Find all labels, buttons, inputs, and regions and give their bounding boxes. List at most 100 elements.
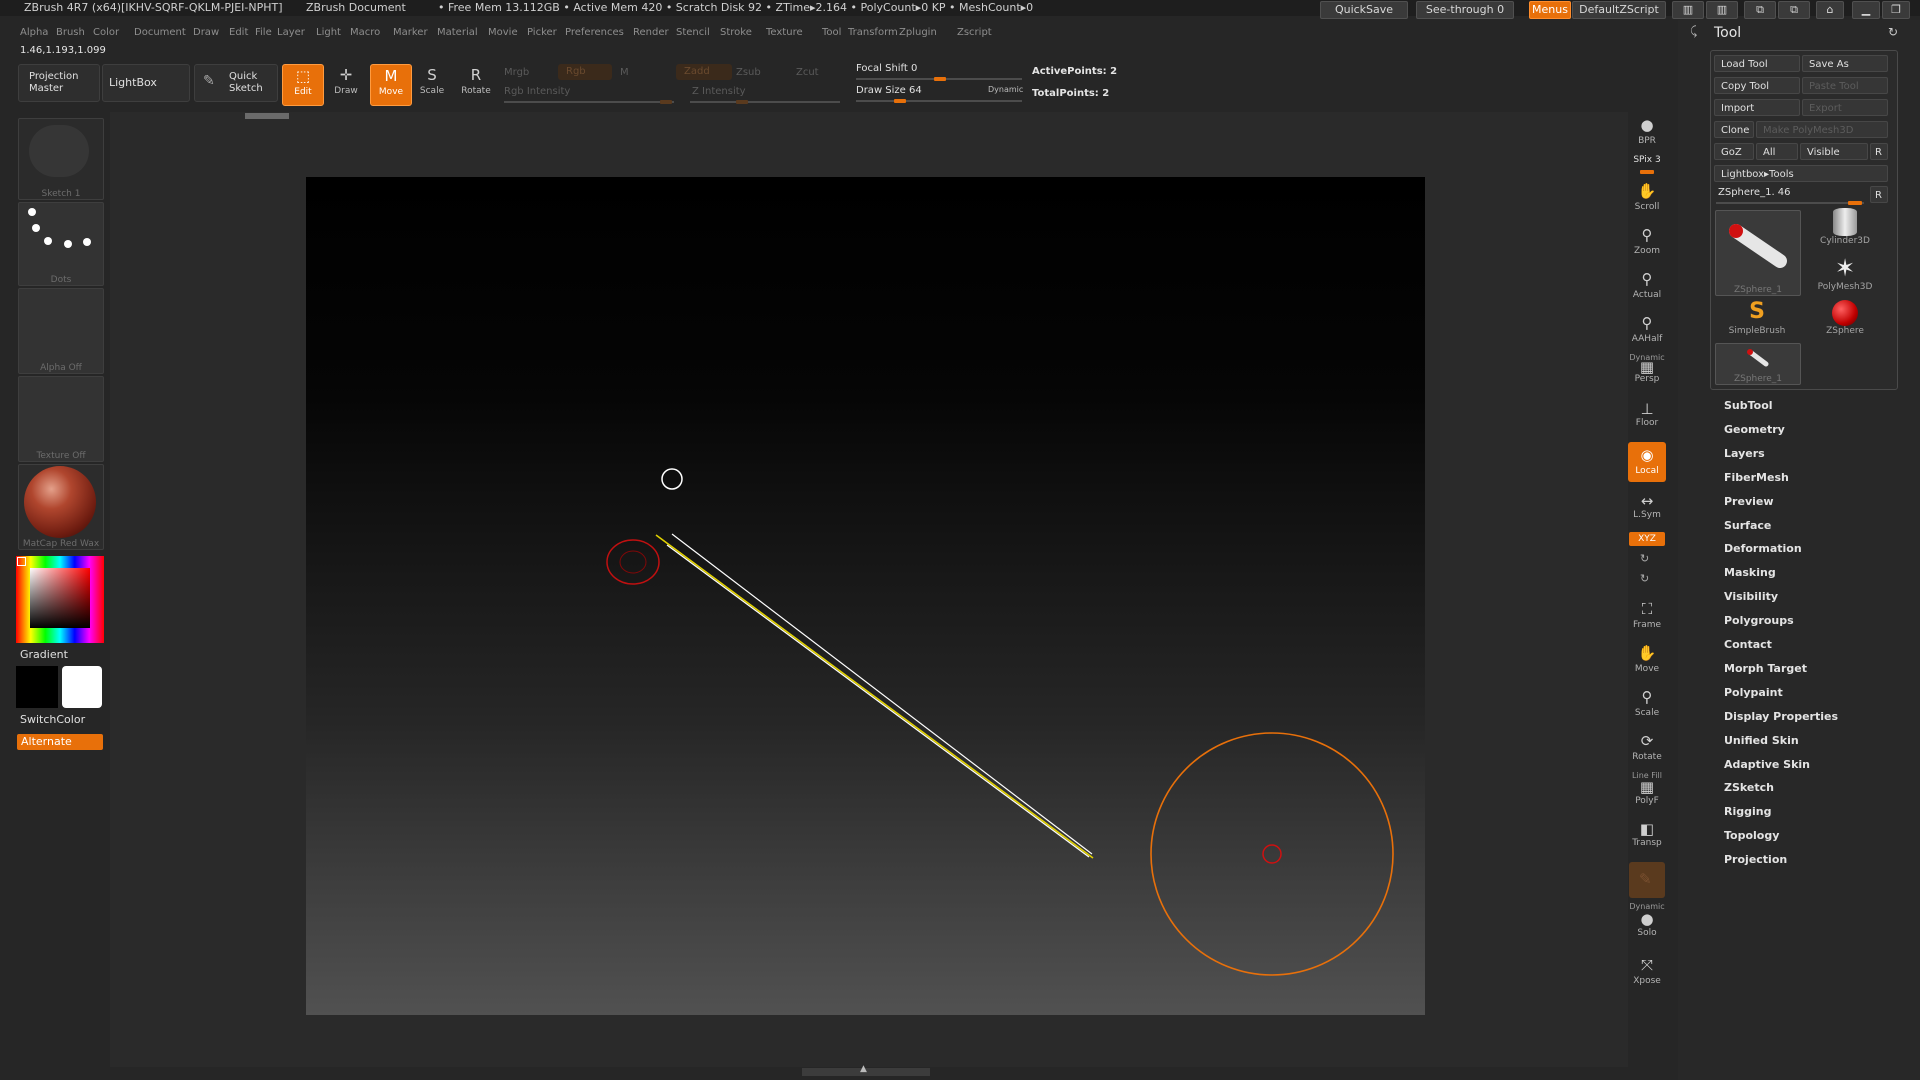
quick-sketch-button[interactable]: ✎ Quick Sketch	[194, 64, 278, 102]
current-tool-r-button[interactable]: R	[1870, 186, 1888, 203]
menu-layer[interactable]: Layer	[277, 27, 305, 38]
menu-light[interactable]: Light	[316, 27, 341, 38]
alpha-slot[interactable]: Alpha Off	[18, 288, 104, 374]
clone-button[interactable]: Clone	[1714, 121, 1754, 138]
menu-stroke[interactable]: Stroke	[720, 27, 752, 38]
z-intensity-track[interactable]	[690, 101, 840, 103]
scale-mode-button[interactable]: S Scale	[412, 64, 452, 104]
spix-knob[interactable]	[1640, 170, 1654, 174]
menu-stencil[interactable]: Stencil	[676, 27, 710, 38]
tool-section-contact[interactable]: Contact	[1724, 638, 1772, 651]
draw-size-track[interactable]	[856, 100, 1022, 102]
current-tool-knob[interactable]	[1848, 201, 1862, 205]
draw-mode-button[interactable]: ✛ Draw	[326, 64, 366, 104]
alternate-button[interactable]: Alternate	[17, 734, 103, 750]
lock-icon[interactable]: ⌂	[1816, 1, 1844, 19]
m-button[interactable]: M	[620, 67, 629, 78]
focal-shift-knob[interactable]	[934, 77, 946, 81]
menu-zplugin[interactable]: Zplugin	[899, 27, 937, 38]
menu-document[interactable]: Document	[134, 27, 186, 38]
menu-transform[interactable]: Transform	[848, 27, 898, 38]
scale-view-button[interactable]: ⚲ Scale	[1628, 684, 1666, 724]
stroke-dots-slot[interactable]: Dots	[18, 202, 104, 286]
solo-button[interactable]: ● Solo	[1628, 910, 1666, 944]
tool-section-adaptive-skin[interactable]: Adaptive Skin	[1724, 758, 1810, 771]
rgb-intensity-knob[interactable]	[660, 100, 672, 104]
switchcolor-button[interactable]: SwitchColor	[20, 713, 85, 726]
mrgb-button[interactable]: Mrgb	[504, 67, 529, 78]
menu-material[interactable]: Material	[437, 27, 478, 38]
canvas[interactable]	[306, 177, 1425, 1015]
dynamic-toggle[interactable]: Dynamic	[988, 85, 1023, 94]
tool-section-preview[interactable]: Preview	[1724, 495, 1774, 508]
quicksave-button[interactable]: QuickSave	[1320, 1, 1408, 19]
tool-section-zsketch[interactable]: ZSketch	[1724, 781, 1774, 794]
zoom-button[interactable]: ⚲ Zoom	[1628, 222, 1666, 262]
edit-mode-button[interactable]: ⬚ Edit	[282, 64, 324, 106]
gradient-label[interactable]: Gradient	[20, 648, 68, 661]
tool-section-polygroups[interactable]: Polygroups	[1724, 614, 1794, 627]
menu-brush[interactable]: Brush	[56, 27, 85, 38]
lightbox-button[interactable]: LightBox	[102, 64, 190, 102]
maximize-icon[interactable]: ❐	[1882, 1, 1910, 19]
rgb-intensity-track[interactable]	[504, 101, 674, 103]
material-slot[interactable]: MatCap Red Wax	[18, 464, 104, 550]
load-tool-button[interactable]: Load Tool	[1714, 55, 1800, 72]
tool-thumb-zsphere-large[interactable]: ZSphere_1	[1715, 210, 1801, 296]
frame-button[interactable]: ⛶ Frame	[1628, 596, 1666, 636]
tool-section-morph-target[interactable]: Morph Target	[1724, 662, 1807, 675]
tool-section-rigging[interactable]: Rigging	[1724, 805, 1771, 818]
tool-section-visibility[interactable]: Visibility	[1724, 590, 1778, 603]
menu-picker[interactable]: Picker	[527, 27, 557, 38]
tool-section-subtool[interactable]: SubTool	[1724, 399, 1773, 412]
color-picker[interactable]	[16, 556, 104, 643]
refresh-icon[interactable]: ↻	[1888, 25, 1898, 39]
menu-movie[interactable]: Movie	[488, 27, 518, 38]
tool-section-surface[interactable]: Surface	[1724, 519, 1771, 532]
actual-button[interactable]: ⚲ Actual	[1628, 266, 1666, 306]
transp-button[interactable]: ◧ Transp	[1628, 820, 1666, 854]
floor-button[interactable]: ⊥ Floor	[1628, 400, 1666, 434]
layout2-icon[interactable]: ▥	[1706, 1, 1738, 19]
tool-section-topology[interactable]: Topology	[1724, 829, 1779, 842]
tool-section-display-properties[interactable]: Display Properties	[1724, 710, 1838, 723]
tool-section-masking[interactable]: Masking	[1724, 566, 1776, 579]
aahalf-button[interactable]: ⚲ AAHalf	[1628, 310, 1666, 350]
xyz-button[interactable]: XYZ	[1629, 532, 1665, 546]
spix-slider[interactable]: SPix 3	[1628, 155, 1666, 165]
tool-thumb-cylinder[interactable]: Cylinder3D	[1803, 208, 1887, 252]
palette-icon[interactable]: ⧉	[1744, 1, 1776, 19]
horizontal-scroll-handle[interactable]	[245, 113, 289, 119]
copy-tool-button[interactable]: Copy Tool	[1714, 77, 1800, 94]
tool-section-deformation[interactable]: Deformation	[1724, 542, 1802, 555]
draw-size-knob[interactable]	[894, 99, 906, 103]
menu-tool[interactable]: Tool	[822, 27, 841, 38]
z-intensity-knob[interactable]	[736, 100, 748, 104]
tool-section-polypaint[interactable]: Polypaint	[1724, 686, 1783, 699]
move-view-button[interactable]: ✋ Move	[1628, 640, 1666, 680]
menu-render[interactable]: Render	[633, 27, 669, 38]
rgb-intensity-slider[interactable]: Rgb Intensity	[504, 86, 570, 97]
save-as-button[interactable]: Save As	[1802, 55, 1888, 72]
rotate-y-icon[interactable]: ↻	[1640, 552, 1649, 565]
sketch-slot[interactable]: Sketch 1	[18, 118, 104, 200]
texture-slot[interactable]: Texture Off	[18, 376, 104, 462]
focal-shift-slider[interactable]: Focal Shift 0	[856, 63, 917, 74]
ghost-button[interactable]: ✎	[1629, 862, 1665, 898]
goz-button[interactable]: GoZ	[1714, 143, 1754, 160]
polyf-button[interactable]: ▦ PolyF	[1628, 778, 1666, 810]
tool-thumb-zsphere-small[interactable]: ZSphere_1	[1715, 343, 1801, 385]
current-tool-label[interactable]: ZSphere_1. 46	[1718, 187, 1791, 198]
pin-icon[interactable]: ⤹	[1690, 24, 1697, 39]
menu-marker[interactable]: Marker	[393, 27, 428, 38]
tool-section-geometry[interactable]: Geometry	[1724, 423, 1785, 436]
palette2-icon[interactable]: ⧉	[1778, 1, 1810, 19]
tool-thumb-zsphere[interactable]: ZSphere	[1803, 298, 1887, 342]
goz-all-button[interactable]: All	[1756, 143, 1798, 160]
zadd-button[interactable]: Zadd	[676, 64, 732, 80]
menu-file[interactable]: File	[255, 27, 272, 38]
local-button[interactable]: ◉ Local	[1628, 442, 1666, 482]
xpose-button[interactable]: ⤧ Xpose	[1628, 952, 1666, 992]
menus-button[interactable]: Menus	[1529, 1, 1571, 19]
tool-thumb-polymesh[interactable]: ✶ PolyMesh3D	[1803, 254, 1887, 298]
